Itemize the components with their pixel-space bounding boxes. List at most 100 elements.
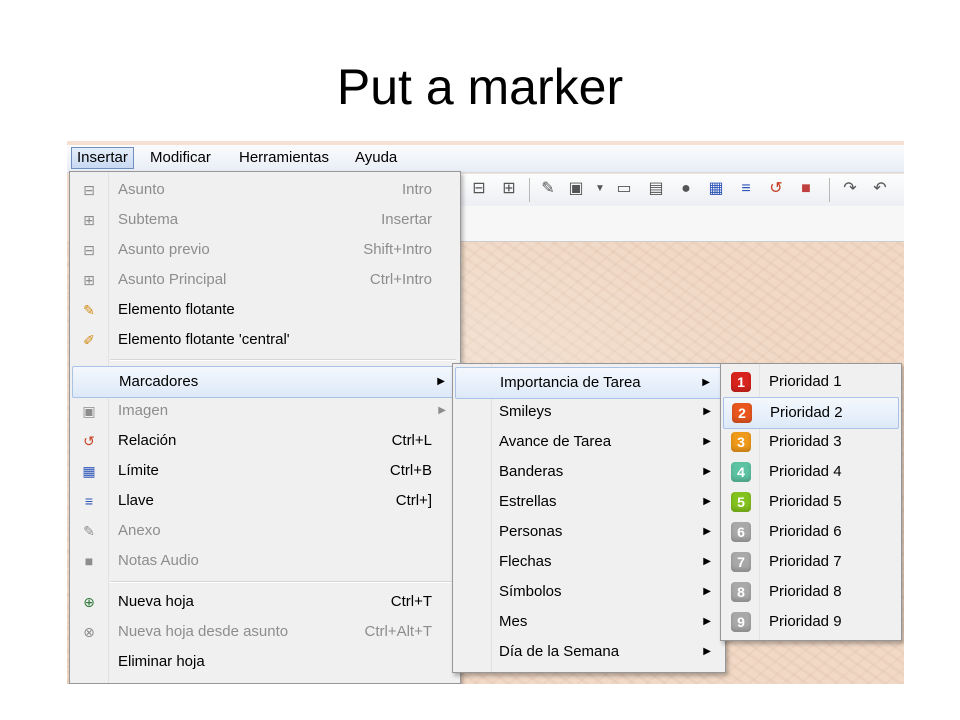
priority-item-7[interactable]: 7 Prioridad 7 [723, 547, 899, 577]
label-icon[interactable]: ▭ [615, 180, 633, 198]
menu-item-asunto[interactable]: ⊟ Asunto Intro [72, 175, 458, 205]
menu-item-asunto-previo[interactable]: ⊟ Asunto previo Shift+Intro [72, 235, 458, 265]
menu-separator [110, 359, 456, 361]
markers-item-dia-semana[interactable]: Día de la Semana ▶ [455, 637, 723, 667]
menu-item-asunto-principal[interactable]: ⊞ Asunto Principal Ctrl+Intro [72, 265, 458, 295]
menu-item-shortcut: Intro [401, 181, 432, 198]
menu-item-label: Nueva hoja desde asunto [118, 623, 289, 640]
redo-icon[interactable]: ↶ [871, 180, 889, 198]
submenu-arrow-icon: ▶ [703, 646, 711, 657]
priority-item-4[interactable]: 4 Prioridad 4 [723, 457, 899, 487]
menu-modificar[interactable]: Modificar [145, 148, 216, 168]
insert-menu: ⊟ Asunto Intro ⊞ Subtema Insertar ⊟ Asun… [69, 171, 461, 684]
menu-item-label: Flechas [499, 553, 552, 570]
priority-item-2[interactable]: 2 Prioridad 2 [723, 397, 899, 429]
submenu-arrow-icon: ▶ [703, 496, 711, 507]
menu-item-shortcut: Ctrl+Intro [369, 271, 432, 288]
markers-item-simbolos[interactable]: Símbolos ▶ [455, 577, 723, 607]
menu-item-label: Prioridad 4 [769, 463, 842, 480]
central-floating-icon: ✐ [83, 332, 95, 348]
menu-item-relacion[interactable]: ↺ Relación Ctrl+L [72, 426, 458, 456]
undo-icon[interactable]: ↷ [841, 180, 859, 198]
menu-item-label: Personas [499, 523, 563, 540]
menu-item-elemento-flotante-central[interactable]: ✐ Elemento flotante 'central' [72, 325, 458, 355]
menu-item-llave[interactable]: ≡ Llave Ctrl+] [72, 486, 458, 516]
menu-item-label: Marcadores [119, 373, 199, 390]
menu-item-label: Símbolos [499, 583, 562, 600]
insert-topic-icon[interactable]: ⊟ [470, 180, 488, 198]
menu-item-limite[interactable]: ▦ Límite Ctrl+B [72, 456, 458, 486]
markers-item-importancia[interactable]: Importancia de Tarea ▶ [455, 367, 723, 399]
submenu-arrow-icon: ▶ [702, 377, 710, 388]
relationship-icon: ↺ [83, 433, 95, 449]
attachment-icon[interactable]: ✎ [539, 180, 557, 198]
markers-item-personas[interactable]: Personas ▶ [455, 517, 723, 547]
topic-icon: ⊟ [83, 182, 95, 198]
priority-item-8[interactable]: 8 Prioridad 8 [723, 577, 899, 607]
menu-item-label: Avance de Tarea [499, 433, 612, 450]
relationship-icon[interactable]: ↺ [767, 180, 785, 198]
menu-item-label: Eliminar hoja [118, 653, 205, 670]
menu-item-marcadores[interactable]: Marcadores ▶ [72, 366, 458, 398]
globe-icon[interactable]: ● [677, 180, 695, 198]
priority-7-icon: 7 [731, 552, 751, 572]
menu-insertar[interactable]: Insertar [71, 147, 134, 169]
menu-item-label: Subtema [118, 211, 179, 228]
menu-item-notas-audio[interactable]: ■ Notas Audio [72, 546, 458, 576]
menu-item-shortcut: Ctrl+T [390, 593, 432, 610]
menu-item-label: Prioridad 1 [769, 373, 842, 390]
audio-icon[interactable]: ■ [797, 180, 815, 198]
brace-icon[interactable]: ≡ [737, 180, 755, 198]
insert-subtopic-icon[interactable]: ⊞ [500, 180, 518, 198]
app-screenshot: Insertar Modificar Herramientas Ayuda ⊟ … [67, 141, 904, 684]
submenu-arrow-icon: ▶ [703, 526, 711, 537]
menu-item-label: Prioridad 9 [769, 613, 842, 630]
menu-item-label: Día de la Semana [499, 643, 620, 660]
priority-item-3[interactable]: 3 Prioridad 3 [723, 427, 899, 457]
chevron-down-icon[interactable]: ▼ [591, 180, 609, 198]
priority-6-icon: 6 [731, 522, 751, 542]
menu-item-nueva-hoja[interactable]: ⊕ Nueva hoja Ctrl+T [72, 587, 458, 617]
markers-item-avance[interactable]: Avance de Tarea ▶ [455, 427, 723, 457]
markers-item-flechas[interactable]: Flechas ▶ [455, 547, 723, 577]
markers-item-smileys[interactable]: Smileys ▶ [455, 397, 723, 427]
priority-4-icon: 4 [731, 462, 751, 482]
menu-item-label: Prioridad 8 [769, 583, 842, 600]
submenu-arrow-icon: ▶ [703, 466, 711, 477]
menu-item-label: Prioridad 7 [769, 553, 842, 570]
menu-item-elemento-flotante[interactable]: ✎ Elemento flotante [72, 295, 458, 325]
menu-ayuda[interactable]: Ayuda [350, 148, 402, 168]
priority-item-9[interactable]: 9 Prioridad 9 [723, 607, 899, 637]
menu-item-label: Elemento flotante 'central' [118, 331, 290, 348]
priority-9-icon: 9 [731, 612, 751, 632]
menu-item-anexo[interactable]: ✎ Anexo [72, 516, 458, 546]
attachment-icon: ✎ [83, 523, 95, 539]
submenu-arrow-icon: ▶ [703, 406, 711, 417]
menu-item-subtema[interactable]: ⊞ Subtema Insertar [72, 205, 458, 235]
submenu-arrow-icon: ▶ [703, 586, 711, 597]
priority-item-5[interactable]: 5 Prioridad 5 [723, 487, 899, 517]
menu-item-label: Límite [118, 462, 159, 479]
image-icon[interactable]: ▣ [567, 180, 585, 198]
notes-icon[interactable]: ▤ [647, 180, 665, 198]
menu-item-imagen[interactable]: ▣ Imagen ▶ [72, 396, 458, 426]
priority-item-6[interactable]: 6 Prioridad 6 [723, 517, 899, 547]
menu-item-label: Imagen [118, 402, 169, 419]
menu-item-shortcut: Insertar [381, 211, 432, 228]
markers-item-estrellas[interactable]: Estrellas ▶ [455, 487, 723, 517]
menu-bar: Insertar Modificar Herramientas Ayuda [67, 145, 904, 173]
menu-item-shortcut: Ctrl+B [389, 462, 432, 479]
priority-item-1[interactable]: 1 Prioridad 1 [723, 367, 899, 397]
markers-item-banderas[interactable]: Banderas ▶ [455, 457, 723, 487]
menu-item-nueva-hoja-desde-asunto[interactable]: ⊗ Nueva hoja desde asunto Ctrl+Alt+T [72, 617, 458, 647]
menu-item-label: Elemento flotante [118, 301, 235, 318]
menu-item-label: Relación [118, 432, 177, 449]
menu-item-label: Prioridad 2 [770, 404, 843, 421]
boundary-icon[interactable]: ▦ [707, 180, 725, 198]
new-sheet-icon: ⊕ [83, 594, 95, 610]
submenu-arrow-icon: ▶ [438, 405, 446, 416]
markers-item-mes[interactable]: Mes ▶ [455, 607, 723, 637]
menu-item-eliminar-hoja[interactable]: Eliminar hoja [72, 647, 458, 677]
main-topic-icon: ⊞ [83, 272, 95, 288]
menu-herramientas[interactable]: Herramientas [234, 148, 334, 168]
